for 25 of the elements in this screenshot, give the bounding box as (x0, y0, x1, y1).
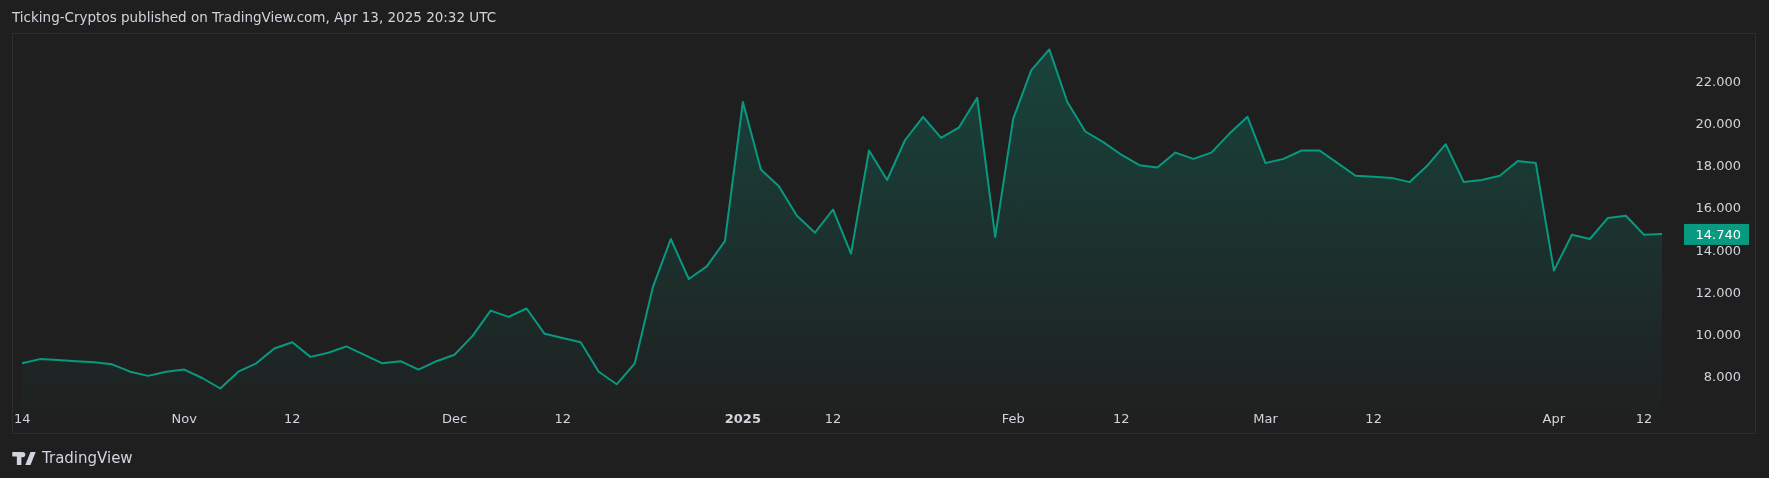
price-badge: 14.740 (1684, 223, 1749, 245)
price-axis-label: 12.000 (1695, 284, 1741, 300)
date-axis-label: Mar (1253, 411, 1278, 427)
publish-info: Ticking-Cryptos published on TradingView.com, Apr 13, 2025 20:32 UTC (12, 9, 497, 27)
date-axis-label: 12 (1113, 411, 1130, 427)
date-axis-label: Nov (171, 411, 197, 427)
date-axis-label: Apr (1542, 411, 1566, 427)
date-axis-label: 12 (554, 411, 571, 427)
date-axis-label: 12 (824, 411, 842, 427)
date-axis-label: 12 (1635, 411, 1653, 427)
price-axis-label: 10.000 (1695, 326, 1741, 342)
brand-name: TradingView (42, 448, 133, 469)
price-axis-label: 22.000 (1695, 74, 1741, 89)
date-axis-label: 2025 (724, 411, 761, 427)
date-axis-label: 12 (1365, 411, 1382, 427)
price-axis-label: 14.000 (1695, 242, 1741, 258)
date-axis-label: 12 (284, 411, 301, 427)
date-axis-label: Feb (1001, 411, 1025, 427)
price-axis-label: 8.000 (1703, 368, 1741, 384)
date-axis-label: Dec (441, 411, 468, 427)
price-axis-label: 20.000 (1695, 116, 1741, 132)
price-axis-label: 18.000 (1695, 158, 1741, 174)
price-axis-label: 16.000 (1695, 200, 1741, 216)
logo-icon (12, 451, 36, 465)
date-axis-label: 14 (14, 411, 31, 427)
